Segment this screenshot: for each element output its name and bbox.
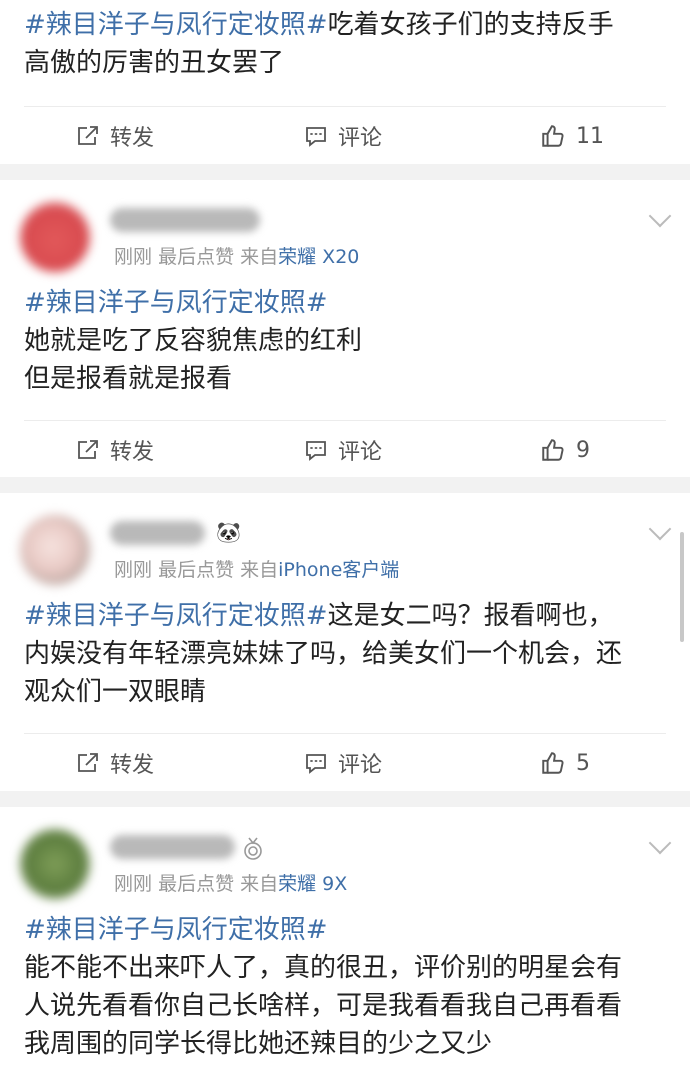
post-1-body: #辣目洋子与凤行定妆照#吃着女孩子们的支持反手 高傲的厉害的丑女罢了 [24, 6, 666, 82]
post-4-line-3: 人说先看看你自己长啥样，可是我看看我自己再看看 [24, 991, 623, 1021]
post-time: 刚刚 [114, 873, 153, 895]
post-4-line-1: #辣目洋子与凤行定妆照# [24, 911, 666, 949]
comment-bubble-icon [306, 754, 326, 774]
post-4-body: #辣目洋子与凤行定妆照# 能不能不出来吓人了，真的很丑，评价别的明星会有 人说先… [24, 911, 666, 1063]
post-2-line-2: 她就是吃了反容貌焦虑的红利 [24, 326, 363, 356]
comment-label: 评论 [338, 753, 383, 778]
scrollbar[interactable] [680, 532, 684, 642]
last-liked: 最后点赞 [158, 559, 235, 581]
post-4-line-4: 我周围的同学长得比她还辣目的少之又少 [24, 1029, 493, 1059]
post-header: 🐼 刚刚 最后点赞 来自iPhone客户端 [0, 493, 690, 585]
post-1-line-2: 高傲的厉害的丑女罢了 [24, 48, 285, 78]
post-2-line-3: 但是报看就是报看 [24, 364, 233, 394]
like-count: 11 [576, 123, 604, 149]
source-device[interactable]: 荣耀 X20 [278, 246, 359, 268]
comment-button[interactable]: 评论 [304, 733, 382, 793]
post-card-4: 刚刚 最后点赞 来自荣耀 9X #辣目洋子与凤行定妆照# 能不能不出来吓人了，真… [0, 807, 690, 1072]
share-square-icon [78, 753, 98, 772]
post-header: 刚刚 最后点赞 来自荣耀 X20 [0, 180, 690, 272]
post-meta: 刚刚 最后点赞 来自荣耀 X20 [114, 246, 359, 268]
action-bar: 转发 评论 9 [0, 420, 690, 480]
post-time: 刚刚 [114, 559, 153, 581]
like-button[interactable]: 5 [540, 733, 590, 793]
comment-bubble-icon [306, 127, 326, 147]
like-count: 9 [576, 437, 590, 463]
source-prefix: 来自 [240, 246, 279, 268]
last-liked: 最后点赞 [158, 246, 235, 268]
topic-link[interactable]: #辣目洋子与凤行定妆照# [24, 601, 328, 631]
repost-label: 转发 [110, 440, 155, 465]
repost-button[interactable]: 转发 [76, 733, 154, 793]
repost-label: 转发 [110, 126, 155, 151]
topic-link[interactable]: #辣目洋子与凤行定妆照# [24, 915, 328, 945]
avatar[interactable] [20, 829, 90, 899]
like-button[interactable]: 11 [540, 106, 604, 166]
comment-label: 评论 [338, 126, 383, 151]
chevron-down-icon[interactable] [648, 204, 672, 228]
chevron-down-icon[interactable] [648, 831, 672, 855]
repost-button[interactable]: 转发 [76, 420, 154, 480]
comment-button[interactable]: 评论 [304, 106, 382, 166]
post-3-line-1: #辣目洋子与凤行定妆照#这是女二吗？报看啊也， [24, 601, 614, 631]
post-4-line-2: 能不能不出来吓人了，真的很丑，评价别的明星会有 [24, 953, 623, 983]
post-time: 刚刚 [114, 246, 153, 268]
post-card-1: #辣目洋子与凤行定妆照#吃着女孩子们的支持反手 高傲的厉害的丑女罢了 转发 评论… [0, 0, 690, 164]
source-prefix: 来自 [240, 559, 279, 581]
last-liked: 最后点赞 [158, 873, 235, 895]
action-bar: 转发 评论 11 [0, 106, 690, 166]
source-device[interactable]: 荣耀 9X [278, 873, 347, 895]
medal-badge-icon [244, 837, 262, 860]
topic-link[interactable]: #辣目洋子与凤行定妆照# [24, 10, 328, 40]
post-2-body: #辣目洋子与凤行定妆照# 她就是吃了反容貌焦虑的红利 但是报看就是报看 [24, 284, 666, 398]
post-1-line-1: #辣目洋子与凤行定妆照#吃着女孩子们的支持反手 [24, 10, 614, 40]
share-square-icon [78, 126, 98, 145]
comment-label: 评论 [338, 440, 383, 465]
comment-button[interactable]: 评论 [304, 420, 382, 480]
source-prefix: 来自 [240, 873, 279, 895]
avatar[interactable] [20, 202, 90, 272]
post-3-line-3: 观众们一双眼睛 [24, 677, 207, 707]
topic-link[interactable]: #辣目洋子与凤行定妆照# [24, 288, 328, 318]
post-card-3: 🐼 刚刚 最后点赞 来自iPhone客户端 #辣目洋子与凤行定妆照#这是女二吗？… [0, 493, 690, 791]
share-square-icon [78, 440, 98, 459]
repost-label: 转发 [110, 753, 155, 778]
post-card-2: 刚刚 最后点赞 来自荣耀 X20 #辣目洋子与凤行定妆照# 她就是吃了反容貌焦虑… [0, 180, 690, 477]
post-meta: 刚刚 最后点赞 来自iPhone客户端 [114, 559, 399, 581]
like-count: 5 [576, 750, 590, 776]
thumbs-up-icon [542, 439, 564, 461]
username-blurred[interactable] [110, 208, 260, 232]
chevron-down-icon[interactable] [648, 517, 672, 541]
post-meta: 刚刚 最后点赞 来自荣耀 9X [114, 873, 347, 895]
repost-button[interactable]: 转发 [76, 106, 154, 166]
username-blurred[interactable] [110, 521, 205, 545]
username-blurred[interactable] [110, 835, 235, 859]
thumbs-up-icon [542, 752, 564, 774]
post-2-line-1: #辣目洋子与凤行定妆照# [24, 284, 666, 322]
post-3-body: #辣目洋子与凤行定妆照#这是女二吗？报看啊也， 内娱没有年轻漂亮妹妹了吗，给美女… [24, 597, 666, 711]
like-button[interactable]: 9 [540, 420, 590, 480]
post-header: 刚刚 最后点赞 来自荣耀 9X [0, 807, 690, 899]
thumbs-up-icon [542, 125, 564, 147]
avatar[interactable] [20, 515, 90, 585]
post-3-line-2: 内娱没有年轻漂亮妹妹了吗，给美女们一个机会，还 [24, 639, 623, 669]
source-device[interactable]: iPhone客户端 [278, 559, 399, 581]
action-bar: 转发 评论 5 [0, 733, 690, 793]
panda-badge-icon: 🐼 [216, 520, 241, 544]
comment-bubble-icon [306, 441, 326, 461]
